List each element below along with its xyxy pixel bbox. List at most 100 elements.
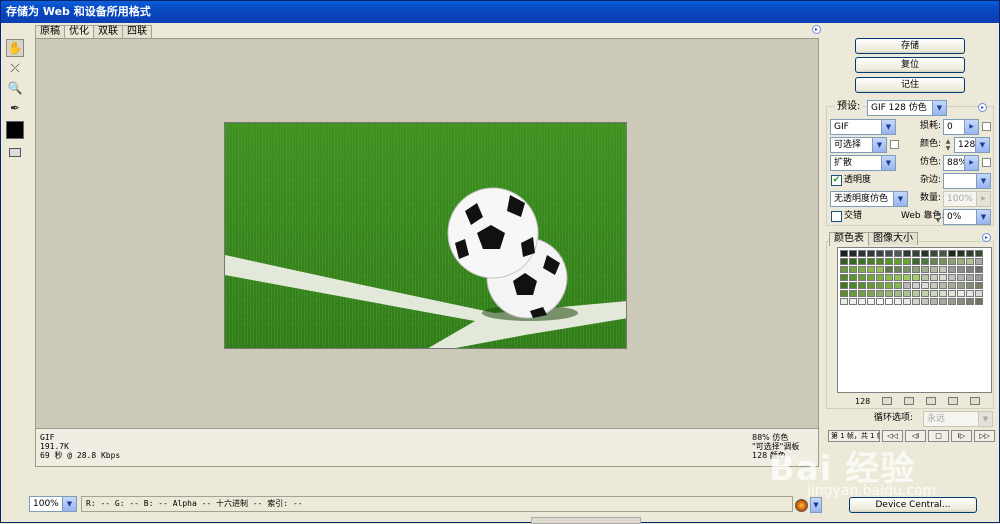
colors-spinner-icon[interactable]: ▲ ▼ — [944, 138, 952, 152]
color-swatch[interactable] — [957, 258, 965, 265]
web-snap-field[interactable]: 0% ▼ — [943, 209, 991, 225]
color-table-menu-arrow-icon[interactable]: ▸ — [982, 233, 991, 242]
color-swatch[interactable] — [921, 298, 929, 305]
color-swatch[interactable] — [921, 266, 929, 273]
color-swatch[interactable] — [975, 282, 983, 289]
dither-algorithm-select[interactable]: 扩散 ▼ — [830, 155, 896, 171]
color-swatch[interactable] — [930, 282, 938, 289]
reduction-mask-icon[interactable] — [890, 140, 899, 149]
color-swatch[interactable] — [939, 258, 947, 265]
browser-preview-icon[interactable] — [795, 499, 808, 512]
color-swatch[interactable] — [885, 258, 893, 265]
color-swatch[interactable] — [858, 282, 866, 289]
reset-button[interactable]: 复位 — [855, 57, 965, 73]
color-swatch[interactable] — [849, 290, 857, 297]
color-swatch[interactable] — [957, 282, 965, 289]
color-swatch[interactable] — [840, 274, 848, 281]
tab-view-2[interactable]: 双联 — [93, 25, 123, 38]
color-swatch[interactable] — [867, 298, 875, 305]
color-swatch[interactable] — [894, 258, 902, 265]
colors-field[interactable]: 128 ▼ — [954, 137, 990, 153]
color-reduction-select[interactable]: 可选择 ▼ — [830, 137, 887, 153]
toggle-slices-icon[interactable] — [6, 143, 24, 161]
color-swatch[interactable] — [939, 274, 947, 281]
matte-select[interactable]: ▼ — [943, 173, 991, 189]
color-swatch[interactable] — [885, 250, 893, 257]
color-swatch[interactable] — [885, 298, 893, 305]
slice-select-tool-icon[interactable]: ⤫ — [6, 59, 24, 77]
color-swatch[interactable] — [876, 250, 884, 257]
color-swatch[interactable] — [867, 250, 875, 257]
color-swatch[interactable] — [975, 298, 983, 305]
color-swatch[interactable] — [894, 282, 902, 289]
color-swatch[interactable] — [849, 258, 857, 265]
color-swatch[interactable] — [921, 258, 929, 265]
color-swatch[interactable] — [930, 258, 938, 265]
color-swatch[interactable] — [885, 274, 893, 281]
color-swatch[interactable] — [957, 250, 965, 257]
color-swatch[interactable] — [876, 274, 884, 281]
color-swatch[interactable] — [966, 290, 974, 297]
color-swatch[interactable] — [894, 274, 902, 281]
color-swatch[interactable] — [957, 290, 965, 297]
last-frame-button[interactable]: ▷▷ — [974, 430, 995, 442]
play-button[interactable]: □ — [928, 430, 949, 442]
color-swatch[interactable] — [903, 282, 911, 289]
color-swatch[interactable] — [858, 290, 866, 297]
tab-image-size[interactable]: 图像大小 — [868, 232, 918, 245]
color-swatch[interactable] — [957, 266, 965, 273]
color-swatch[interactable] — [876, 298, 884, 305]
color-swatch[interactable] — [867, 274, 875, 281]
color-swatch[interactable] — [840, 282, 848, 289]
color-swatch[interactable] — [957, 298, 965, 305]
color-swatch[interactable] — [948, 290, 956, 297]
eyedropper-tool-icon[interactable]: ✒ — [6, 99, 24, 117]
device-central-button[interactable]: Device Central... — [849, 497, 977, 513]
color-swatch[interactable] — [966, 274, 974, 281]
color-swatch[interactable] — [840, 298, 848, 305]
color-swatch[interactable] — [840, 266, 848, 273]
browser-preview-select[interactable]: ▼ — [810, 497, 822, 513]
color-swatch[interactable] — [912, 258, 920, 265]
dither-mask-icon[interactable] — [982, 158, 991, 167]
color-swatch[interactable] — [858, 266, 866, 273]
color-swatch[interactable] — [912, 290, 920, 297]
color-swatch[interactable] — [939, 290, 947, 297]
color-swatch[interactable] — [885, 290, 893, 297]
next-frame-button[interactable]: I▷ — [951, 430, 972, 442]
color-swatch[interactable] — [966, 250, 974, 257]
zoom-tool-icon[interactable]: 🔍 — [6, 79, 24, 97]
eyedropper-color-swatch[interactable] — [6, 121, 24, 139]
color-swatch[interactable] — [966, 298, 974, 305]
color-swatch[interactable] — [858, 298, 866, 305]
save-button[interactable]: 存储 — [855, 38, 965, 54]
color-swatch[interactable] — [912, 250, 920, 257]
color-swatch[interactable] — [948, 250, 956, 257]
tab-view-3[interactable]: 四联 — [122, 25, 152, 38]
optimize-menu-arrow-icon[interactable]: ▸ — [978, 103, 987, 112]
color-swatch[interactable] — [840, 290, 848, 297]
color-swatch[interactable] — [867, 258, 875, 265]
color-swatch[interactable] — [858, 258, 866, 265]
color-swatch[interactable] — [939, 298, 947, 305]
map-to-transparent-icon[interactable] — [882, 397, 893, 405]
lock-color-icon[interactable] — [926, 397, 937, 405]
transparency-checkbox[interactable]: ✔ — [831, 175, 842, 186]
web-snap-spinner-icon[interactable]: ▲ ▼ — [934, 210, 942, 224]
color-swatch[interactable] — [894, 250, 902, 257]
color-swatch[interactable] — [849, 282, 857, 289]
color-table[interactable] — [837, 247, 992, 393]
loop-options-select[interactable]: 永远 ▼ — [923, 411, 993, 427]
web-shift-icon[interactable] — [904, 397, 915, 405]
transparency-dither-select[interactable]: 无透明度仿色 ▼ — [830, 191, 908, 207]
color-swatch[interactable] — [903, 274, 911, 281]
color-swatch[interactable] — [948, 258, 956, 265]
new-color-icon[interactable] — [948, 397, 959, 405]
color-swatch[interactable] — [912, 282, 920, 289]
color-swatch[interactable] — [930, 250, 938, 257]
color-swatch[interactable] — [876, 266, 884, 273]
lossy-field[interactable]: 0 ▶ — [943, 119, 979, 135]
trash-icon[interactable] — [970, 397, 981, 405]
lossy-mask-icon[interactable] — [982, 122, 991, 131]
color-swatch[interactable] — [921, 274, 929, 281]
